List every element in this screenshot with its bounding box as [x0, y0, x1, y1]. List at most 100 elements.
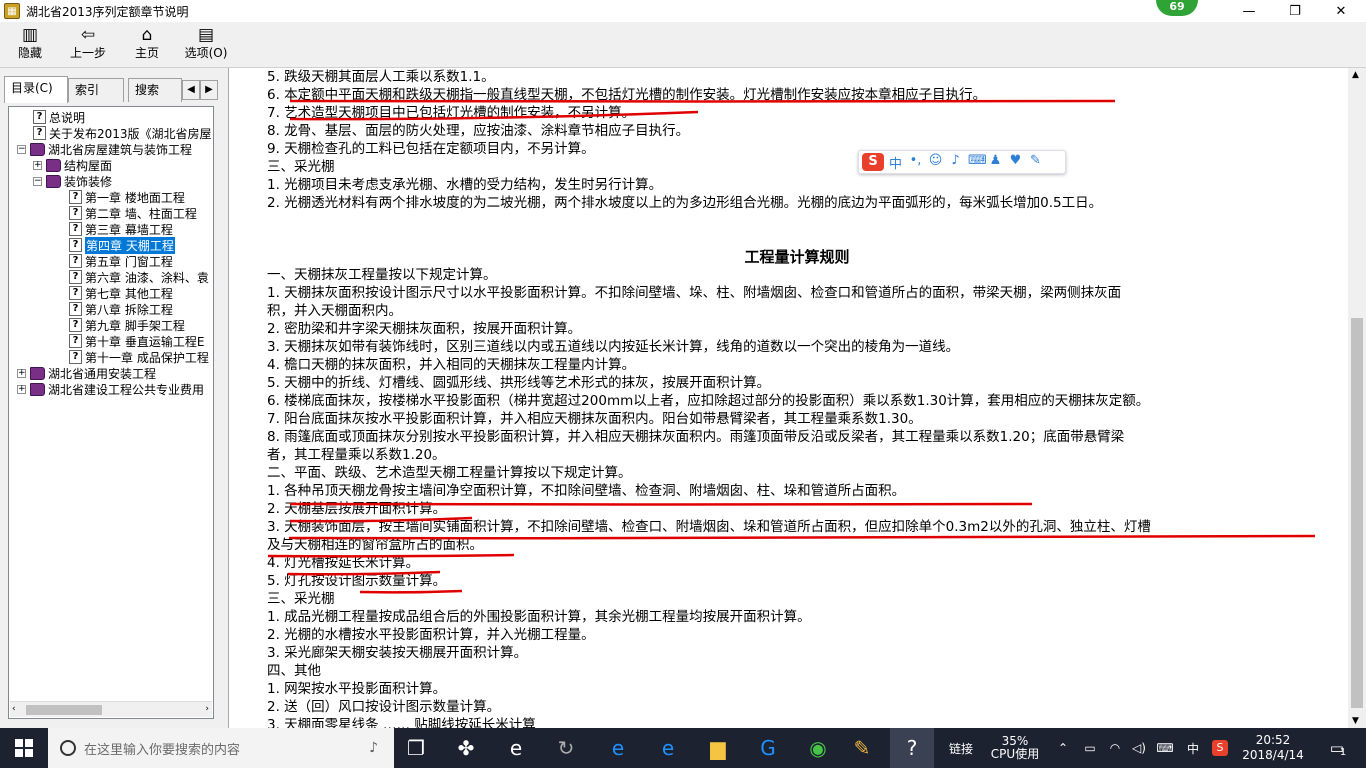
microphone-icon[interactable]: ♪	[948, 153, 963, 172]
text-line: 2. 密肋梁和井字梁天棚抹灰面积，按展开面积计算。	[267, 321, 582, 337]
tree-item[interactable]: ? 第五章 门窗工程	[69, 253, 173, 269]
show-hidden-icons-icon[interactable]: ⌃	[1052, 728, 1074, 768]
tree-item[interactable]: + 湖北省通用安装工程	[17, 365, 156, 381]
minimize-button[interactable]: —	[1226, 0, 1272, 22]
text-line: 3. 天棚抹灰如带有装饰线时，区别三道线以内或五道线以内按延长米计算，线角的道数…	[267, 339, 960, 355]
tree-item[interactable]: ? 第十一章 成品保护工程	[69, 349, 209, 365]
content-vertical-scrollbar[interactable]: ▲ ▼	[1348, 68, 1366, 728]
maximize-button[interactable]: ❐	[1272, 0, 1318, 22]
content-scroll-thumb[interactable]	[1351, 318, 1363, 708]
clock[interactable]: 20:52 2018/4/14	[1236, 728, 1310, 768]
tree-item[interactable]: ? 第一章 楼地面工程	[69, 189, 185, 205]
edge-icon[interactable]: e	[596, 728, 640, 768]
task-view-icon[interactable]: ❐	[394, 728, 438, 768]
text-line: 3. 采光廊架天棚安装按天棚展开面积计算。	[267, 645, 528, 661]
contents-tree[interactable]: ? 总说明? 关于发布2013版《湖北省房屋 − 湖北省房屋建筑与装饰工程 + 结构屋面 − 装…	[8, 106, 214, 719]
emoji-icon[interactable]: ☺	[928, 153, 943, 172]
tab-search[interactable]: 搜索(S)	[128, 78, 182, 119]
folder-icon[interactable]: ▆	[696, 728, 740, 768]
tree-item-label: 湖北省通用安装工程	[48, 366, 157, 381]
title-bar[interactable]: ▦ 湖北省2013序列定额章节说明 69 — ❐ ✕	[0, 0, 1366, 22]
text-line: 1. 天棚抹灰面积按设计图示尺寸以水平投影面积计算。不扣除间壁墙、垛、柱、附墙烟…	[267, 285, 1122, 301]
expand-icon[interactable]: +	[17, 368, 26, 378]
tree-item[interactable]: + 结构屋面	[33, 157, 112, 173]
ie-blue-icon[interactable]: e	[646, 728, 690, 768]
action-center-button[interactable]: ▭ 1	[1318, 728, 1358, 768]
ie-icon[interactable]: e	[494, 728, 538, 768]
tree-item-label: 总说明	[49, 110, 86, 125]
punctuation-icon[interactable]: •,	[908, 153, 923, 172]
scroll-down-icon[interactable]: ▼	[1352, 716, 1359, 726]
input-language[interactable]: 中	[1182, 728, 1204, 768]
expand-icon[interactable]: +	[33, 160, 42, 170]
options-button[interactable]: ▤ 选项(O)	[182, 24, 230, 66]
tree-item[interactable]: ? 第七章 其他工程	[69, 285, 173, 301]
back-button[interactable]: ⇦ 上一步	[66, 24, 110, 66]
scroll-left-icon[interactable]: ‹	[12, 704, 16, 714]
help-topic-icon: ?	[69, 190, 82, 204]
scroll-right-icon[interactable]: ›	[205, 704, 209, 714]
collapse-icon[interactable]: −	[17, 144, 26, 154]
wifi-icon[interactable]: ◠	[1104, 728, 1126, 768]
text-line: 5. 跌级天棚其面层人工乘以系数1.1。	[267, 69, 495, 85]
taskbar-search-box[interactable]: 在这里输入你要搜索的内容 ♪	[48, 728, 394, 768]
expand-icon[interactable]: +	[17, 384, 26, 394]
tab-scroll-right-button[interactable]: ▶	[200, 80, 218, 100]
user-icon[interactable]: ♟	[988, 153, 1003, 172]
sogou-tray-icon[interactable]: S	[1208, 728, 1232, 768]
hide-label: 隐藏	[17, 46, 42, 60]
volume-icon[interactable]: ◁)	[1128, 728, 1150, 768]
hide-button[interactable]: ▥ 隐藏	[12, 24, 48, 66]
cpu-meter[interactable]: 35% CPU使用	[984, 728, 1046, 768]
collapse-icon[interactable]: −	[33, 176, 42, 186]
tree-item[interactable]: ? 第六章 油漆、涂料、袁	[69, 269, 209, 285]
tab-contents[interactable]: 目录(C)	[4, 76, 68, 103]
sogou-logo-icon[interactable]: S	[862, 153, 884, 171]
text-line: 4. 檐口天棚的抹灰面积，并入相同的天棚抹灰工程量内计算。	[267, 357, 636, 373]
keyboard-icon[interactable]: ⌨	[968, 153, 987, 172]
browser-g-icon[interactable]: G	[746, 728, 790, 768]
close-button[interactable]: ✕	[1318, 0, 1364, 22]
nav-tabs: 目录(C) 索引(N) 搜索(S) ◀ ▶	[4, 76, 222, 119]
tree-item[interactable]: ? 第九章 脚手架工程	[69, 317, 185, 333]
chinese-mode-icon[interactable]: 中	[888, 153, 903, 172]
window-title: 湖北省2013序列定额章节说明	[26, 4, 189, 19]
scroll-up-icon[interactable]: ▲	[1352, 70, 1359, 80]
battery-icon[interactable]: ▭	[1078, 728, 1102, 768]
tree-scroll-thumb[interactable]	[26, 705, 102, 715]
tab-index[interactable]: 索引(N)	[68, 78, 124, 119]
help-app-icon[interactable]: ?	[890, 728, 934, 768]
tree-item[interactable]: ? 第四章 天棚工程	[69, 236, 175, 254]
help-topic-icon: ?	[69, 238, 82, 252]
tree-item[interactable]: − 湖北省房屋建筑与装饰工程	[17, 141, 192, 157]
notes-icon[interactable]: ✎	[840, 728, 884, 768]
tree-item[interactable]: ? 第八章 拆除工程	[69, 301, 173, 317]
tree-item[interactable]: ? 第二章 墙、柱面工程	[69, 205, 197, 221]
tree-item[interactable]: − 装饰装修	[33, 173, 112, 189]
green-app-icon[interactable]: ◉	[796, 728, 840, 768]
settings-icon[interactable]: ✎	[1028, 153, 1043, 172]
start-button[interactable]	[0, 728, 48, 768]
sync-icon[interactable]: ↻	[544, 728, 588, 768]
links-toolbar[interactable]: 链接	[944, 728, 978, 768]
help-topic-icon: ?	[33, 126, 46, 140]
search-placeholder: 在这里输入你要搜索的内容	[84, 742, 241, 758]
ime-toolbar[interactable]: S 中 •, ☺ ♪ ⌨ ♟ ♥ ✎	[858, 150, 1066, 174]
tree-item[interactable]: ? 关于发布2013版《湖北省房屋	[33, 125, 212, 141]
tree-horizontal-scrollbar[interactable]: ‹ ›	[10, 701, 212, 717]
tree-item[interactable]: + 湖北省建设工程公共专业费用	[17, 381, 204, 397]
text-line: 1. 网架按水平投影面积计算。	[267, 681, 447, 697]
keyboard-icon[interactable]: ⌨	[1152, 728, 1178, 768]
microphone-icon[interactable]: ♪	[369, 740, 378, 756]
tree-item[interactable]: ? 总说明	[33, 109, 85, 125]
pinwheel-icon[interactable]: ✤	[444, 728, 488, 768]
tree-item[interactable]: ? 第三章 幕墙工程	[69, 221, 173, 237]
tree-item-label: 第一章 楼地面工程	[85, 190, 185, 205]
tree-item[interactable]: ? 第十章 垂直运输工程E	[69, 333, 204, 349]
score-badge[interactable]: 69	[1156, 0, 1198, 16]
skin-icon[interactable]: ♥	[1008, 153, 1023, 172]
text-line: 2. 送（回）风口按设计图示数量计算。	[267, 699, 501, 715]
section-heading: 工程量计算规则	[744, 248, 850, 266]
tab-scroll-left-button[interactable]: ◀	[182, 80, 200, 100]
home-button[interactable]: ⌂ 主页	[130, 24, 164, 66]
